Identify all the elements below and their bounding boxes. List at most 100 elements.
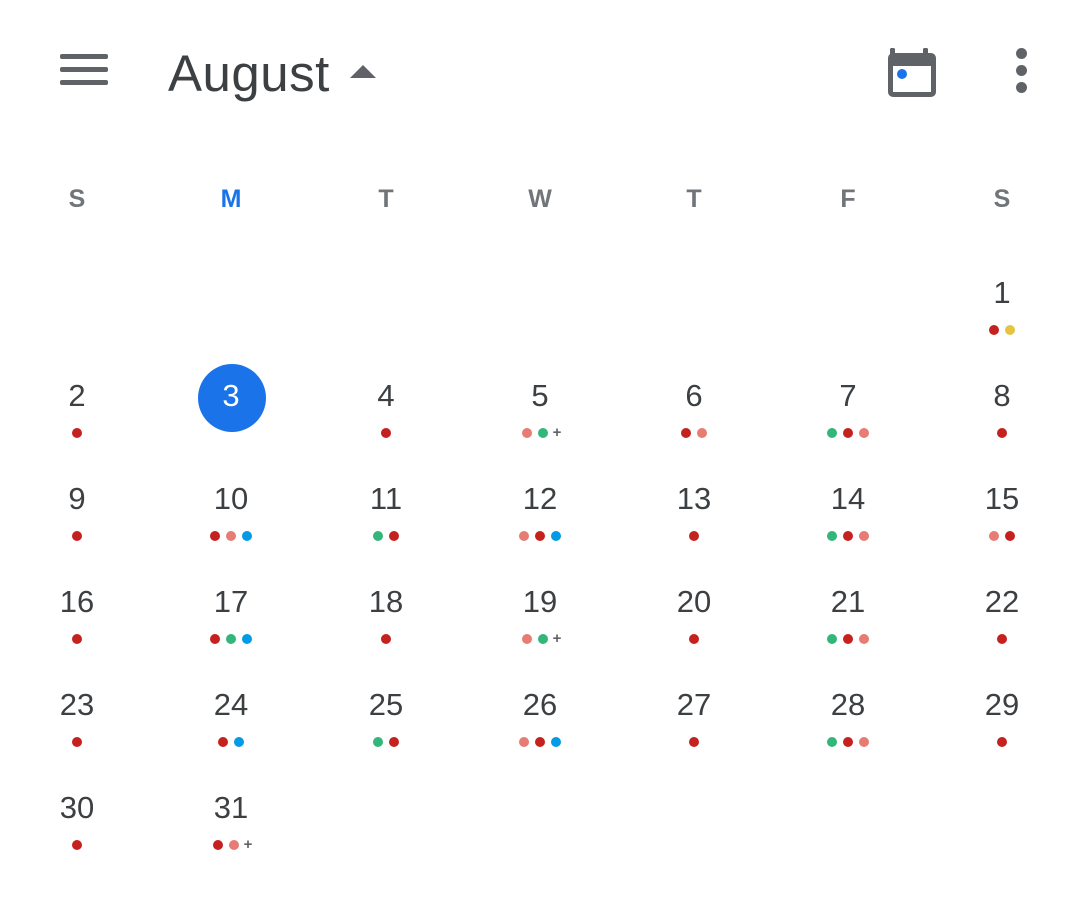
day-number: 25: [368, 687, 404, 722]
event-indicators: [171, 529, 291, 543]
event-dot-blue: [242, 634, 252, 644]
day-number: 20: [676, 584, 712, 619]
event-dot-red: [689, 634, 699, 644]
event-indicators: +: [480, 424, 600, 441]
event-dot-red: [535, 531, 545, 541]
more-events-plus-icon: +: [552, 424, 562, 441]
event-indicators: +: [171, 836, 291, 853]
event-dot-salmon: [859, 531, 869, 541]
day-cell[interactable]: 5 +: [480, 371, 600, 461]
day-cell[interactable]: 7: [788, 371, 908, 461]
day-number: 22: [984, 584, 1020, 619]
event-indicators: [326, 632, 446, 646]
event-dot-salmon: [697, 428, 707, 438]
day-cell[interactable]: 22: [942, 577, 1062, 667]
day-cell[interactable]: 8: [942, 371, 1062, 461]
event-dot-red: [843, 634, 853, 644]
day-cell[interactable]: 25: [326, 680, 446, 770]
day-cell[interactable]: 19 +: [480, 577, 600, 667]
event-dot-green: [537, 634, 548, 644]
day-cell[interactable]: 20: [634, 577, 754, 667]
event-indicators: [326, 529, 446, 543]
day-cell[interactable]: 12: [480, 474, 600, 564]
day-number: 24: [213, 687, 249, 722]
day-cell[interactable]: 17: [171, 577, 291, 667]
event-dot-salmon: [859, 634, 869, 644]
event-dot-blue: [242, 531, 252, 541]
day-number: 12: [522, 481, 558, 516]
event-indicators: [171, 426, 291, 440]
day-cell[interactable]: 13: [634, 474, 754, 564]
more-events-plus-icon: +: [552, 630, 562, 647]
day-cell-today[interactable]: 3: [171, 364, 291, 461]
day-cell[interactable]: 26: [480, 680, 600, 770]
event-dot-green: [827, 634, 837, 644]
day-cell[interactable]: 16: [17, 577, 137, 667]
day-cell[interactable]: 23: [17, 680, 137, 770]
event-indicators: [788, 735, 908, 749]
day-cell[interactable]: 14: [788, 474, 908, 564]
day-cell[interactable]: 9: [17, 474, 137, 564]
event-indicators: [942, 735, 1062, 749]
event-indicators: [788, 529, 908, 543]
more-events-plus-icon: +: [243, 836, 253, 853]
event-dot-salmon: [519, 531, 529, 541]
event-dot-green: [373, 531, 383, 541]
event-dot-green: [537, 428, 548, 438]
event-dot-green: [373, 737, 383, 747]
day-cell[interactable]: 30: [17, 783, 137, 873]
day-cell[interactable]: 31 +: [171, 783, 291, 873]
day-number: 9: [68, 481, 86, 516]
day-number: 11: [369, 481, 403, 516]
event-indicators: [634, 426, 754, 440]
event-dot-red: [843, 428, 853, 438]
event-dot-red: [389, 737, 399, 747]
event-dot-red: [1005, 531, 1015, 541]
event-dot-red: [389, 531, 399, 541]
event-dot-salmon: [521, 634, 532, 644]
event-indicators: [17, 735, 137, 749]
day-cell[interactable]: 24: [171, 680, 291, 770]
day-cell[interactable]: 2: [17, 371, 137, 461]
event-indicators: [17, 838, 137, 852]
event-dot-salmon: [521, 428, 532, 438]
day-number: 21: [830, 584, 866, 619]
event-indicators: [942, 323, 1062, 337]
day-number: 29: [984, 687, 1020, 722]
event-dot-red: [72, 840, 82, 850]
event-indicators: [17, 632, 137, 646]
event-dot-green: [827, 428, 837, 438]
event-dot-red: [210, 634, 220, 644]
day-cell[interactable]: 11: [326, 474, 446, 564]
event-dot-red: [210, 531, 220, 541]
day-cell[interactable]: 1: [942, 268, 1062, 358]
day-cell[interactable]: 15: [942, 474, 1062, 564]
event-dot-red: [72, 737, 82, 747]
day-cell[interactable]: 6: [634, 371, 754, 461]
day-number: 5: [531, 378, 549, 413]
event-indicators: [480, 529, 600, 543]
day-cell[interactable]: 21: [788, 577, 908, 667]
day-cell[interactable]: 29: [942, 680, 1062, 770]
event-indicators: [480, 735, 600, 749]
day-number: 14: [830, 481, 866, 516]
event-dot-blue: [234, 737, 244, 747]
day-cell[interactable]: 27: [634, 680, 754, 770]
event-dot-salmon: [859, 737, 869, 747]
event-indicators: [634, 735, 754, 749]
day-number: 28: [830, 687, 866, 722]
day-cell[interactable]: 10: [171, 474, 291, 564]
day-cell[interactable]: 28: [788, 680, 908, 770]
event-dot-salmon: [519, 737, 529, 747]
event-dot-red: [381, 634, 391, 644]
day-cell[interactable]: 4: [326, 371, 446, 461]
event-dot-red: [681, 428, 691, 438]
day-number: 1: [993, 275, 1011, 310]
event-indicators: [171, 735, 291, 749]
event-dot-red: [843, 737, 853, 747]
day-cell[interactable]: 18: [326, 577, 446, 667]
event-dot-green: [226, 634, 236, 644]
event-indicators: [17, 529, 137, 543]
event-dot-salmon: [859, 428, 869, 438]
event-indicators: [171, 632, 291, 646]
